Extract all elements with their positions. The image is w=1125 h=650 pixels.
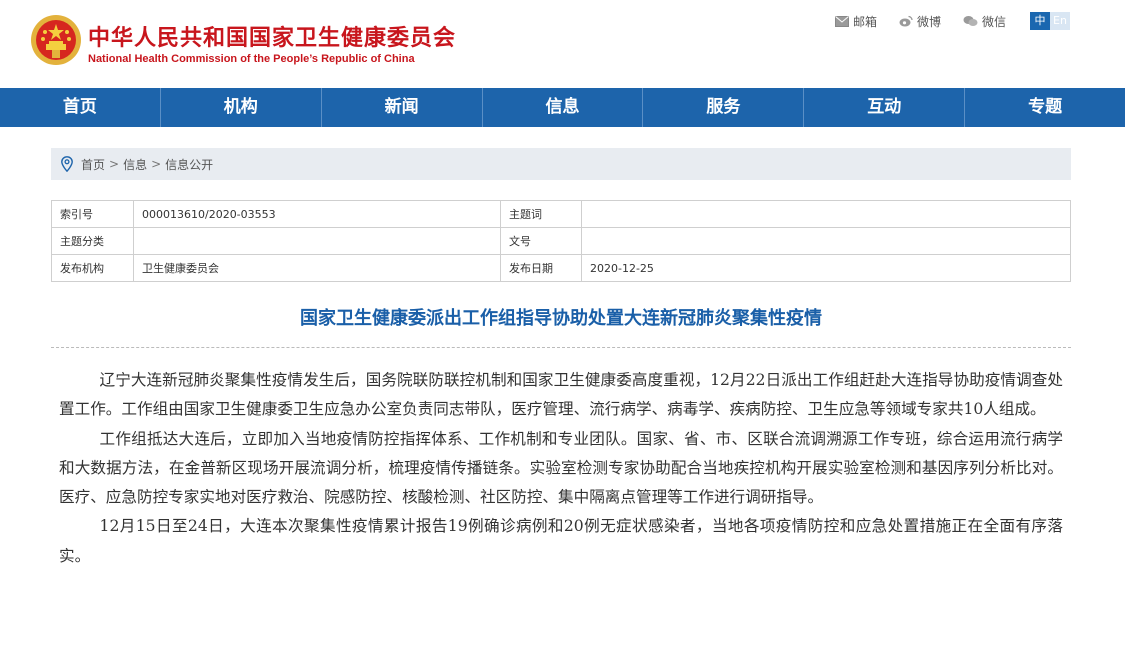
breadcrumb-information-link[interactable]: 信息: [123, 156, 147, 173]
keywords-value: [581, 200, 1071, 228]
lang-en-button[interactable]: En: [1050, 12, 1070, 30]
index-number-value: 000013610/2020-03553: [133, 200, 501, 228]
table-row: 发布机构 卫生健康委员会 发布日期 2020-12-25: [51, 254, 1071, 282]
table-row: 索引号 000013610/2020-03553 主题词: [51, 200, 1071, 228]
article-paragraph: 辽宁大连新冠肺炎聚集性疫情发生后，国务院联防联控机制和国家卫生健康委高度重视，1…: [59, 371, 1063, 419]
metadata-table: 索引号 000013610/2020-03553 主题词 主题分类 文号 发布机…: [51, 200, 1071, 282]
publisher-label: 发布机构: [51, 254, 134, 282]
publish-date-value: 2020-12-25: [581, 254, 1071, 282]
article-paragraph: 工作组抵达大连后，立即加入当地疫情防控指挥体系、工作机制和专业团队。国家、省、市…: [59, 429, 1063, 507]
topic-category-value: [133, 227, 501, 255]
nav-item-home[interactable]: 首页: [0, 88, 161, 127]
breadcrumb-disclosure-link[interactable]: 信息公开: [165, 156, 213, 173]
site-subtitle[interactable]: National Health Commission of the People…: [88, 53, 415, 65]
index-number-label: 索引号: [51, 200, 134, 228]
document-number-value: [581, 227, 1071, 255]
publisher-value: 卫生健康委员会: [133, 254, 501, 282]
wechat-link[interactable]: 微信: [963, 13, 1006, 30]
document-number-label: 文号: [500, 227, 582, 255]
breadcrumb-separator: >: [109, 157, 120, 171]
nav-item-news[interactable]: 新闻: [322, 88, 483, 127]
article-body: 辽宁大连新冠肺炎聚集性疫情发生后，国务院联防联控机制和国家卫生健康委高度重视，1…: [59, 366, 1063, 571]
keywords-label: 主题词: [500, 200, 582, 228]
location-pin-icon: [61, 156, 73, 172]
site-header: 中华人民共和国国家卫生健康委员会 National Health Commiss…: [0, 0, 1125, 88]
article-title: 国家卫生健康委派出工作组指导协助处置大连新冠肺炎聚集性疫情: [300, 308, 822, 329]
breadcrumb-home-link[interactable]: 首页: [81, 156, 105, 173]
breadcrumb: 首页 > 信息 > 信息公开: [51, 148, 1071, 180]
weibo-label: 微博: [916, 14, 941, 29]
topic-category-label: 主题分类: [51, 227, 134, 255]
main-nav: 首页 机构 新闻 信息 服务 互动 专题: [0, 88, 1125, 127]
mail-icon: [834, 15, 849, 27]
nav-item-information[interactable]: 信息: [483, 88, 644, 127]
site-title[interactable]: 中华人民共和国国家卫生健康委员会: [88, 20, 456, 52]
weibo-icon: [899, 15, 913, 27]
breadcrumb-separator: >: [151, 157, 162, 171]
publish-date-label: 发布日期: [500, 254, 582, 282]
wechat-icon: [963, 16, 978, 26]
language-switch: 中 En: [1030, 12, 1070, 30]
nav-item-services[interactable]: 服务: [643, 88, 805, 127]
wechat-label: 微信: [981, 14, 1006, 29]
nav-item-interaction[interactable]: 互动: [804, 88, 966, 127]
mail-link[interactable]: 邮箱: [834, 13, 877, 30]
table-row: 主题分类 文号: [51, 227, 1071, 255]
mail-label: 邮箱: [852, 14, 877, 29]
nav-item-organization[interactable]: 机构: [161, 88, 322, 127]
nav-item-topics[interactable]: 专题: [965, 88, 1125, 127]
top-links: 邮箱 微博 微信 中 En: [813, 12, 1070, 30]
title-divider: [51, 347, 1071, 348]
lang-zh-button[interactable]: 中: [1030, 12, 1050, 30]
weibo-link[interactable]: 微博: [899, 13, 941, 30]
article-paragraph: 12月15日至24日，大连本次聚集性疫情累计报告19例确诊病例和20例无症状感染…: [59, 517, 1063, 565]
national-emblem-icon[interactable]: [30, 14, 82, 66]
